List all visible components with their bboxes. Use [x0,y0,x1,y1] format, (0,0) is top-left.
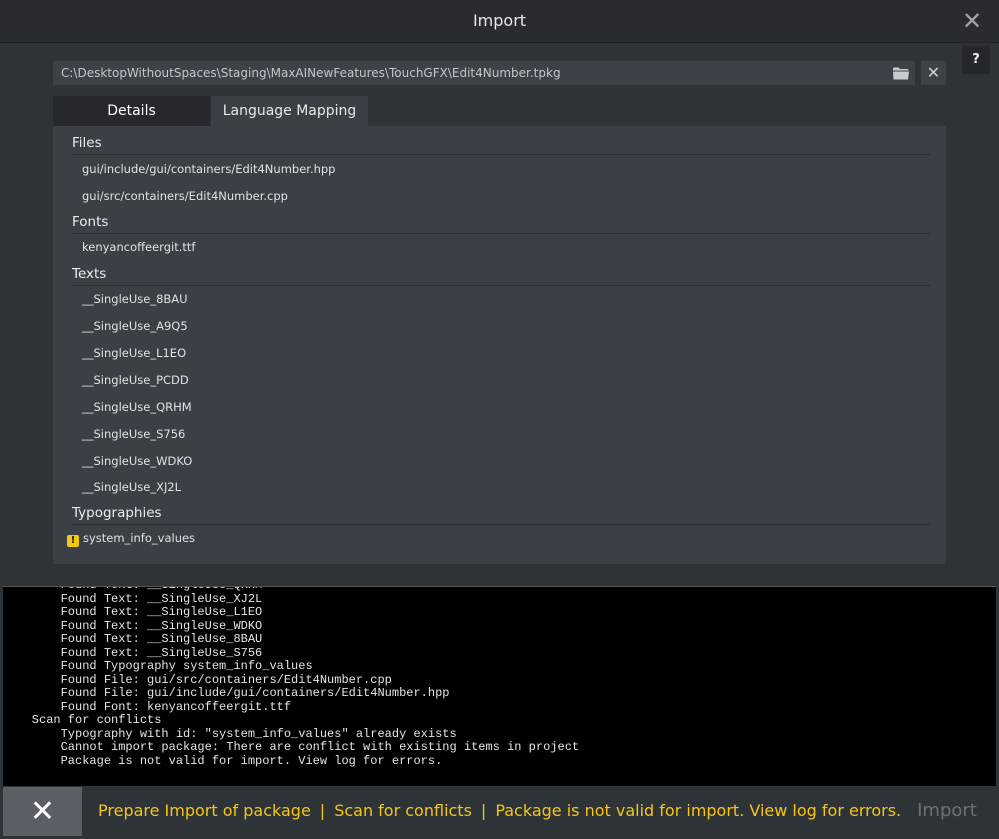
status-step: Prepare Import of package [98,801,311,820]
log-line: Package is not valid for import. View lo… [3,753,443,768]
log-line: Scan for conflicts [3,713,162,727]
tab-language-mapping[interactable]: Language Mapping [211,96,368,126]
warning-icon: ! [67,535,79,547]
status-text: Prepare Import of package | Scan for confl… [98,787,901,836]
texts-header: Texts [72,265,930,286]
window-title: Import [472,11,527,30]
log-lines: Found Text: __SingleUse_QRHM Found Text:… [3,587,996,768]
list-item: ! system_info_values [67,530,195,547]
log-line: Found Font: kenyancoffeergit.ttf [3,699,292,714]
log-line: Found File: gui/include/gui/containers/E… [3,686,450,700]
list-item: __SingleUse_QRHM [82,400,192,414]
log-line: Found Text: __SingleUse_L1EO [3,605,263,619]
list-item: __SingleUse_S756 [82,427,186,441]
title-bar: Import ✕ [0,0,999,43]
log-line: Found Text: __SingleUse_8BAU [3,632,263,646]
list-item: gui/include/gui/containers/Edit4Number.h… [82,162,336,176]
folder-icon[interactable] [888,61,914,85]
help-button[interactable]: ? [962,46,990,74]
clear-path-button[interactable]: ✕ [921,61,946,85]
fonts-header: Fonts [72,213,930,234]
log-line: Found Text: __SingleUse_XJ2L [3,591,263,606]
log-line: Found Typography system_info_values [3,659,313,673]
log-line: Cannot import package: There are conflic… [3,740,580,754]
tab-details[interactable]: Details [53,96,210,126]
details-panel: Files gui/include/gui/containers/Edit4Nu… [53,126,946,564]
files-header: Files [72,134,930,155]
close-icon[interactable]: ✕ [959,8,985,34]
status-step: Scan for conflicts [334,801,472,820]
log-console[interactable]: Found Text: __SingleUse_QRHM Found Text:… [3,586,996,786]
footer-bar: ✕ Prepare Import of package | Scan for con… [0,787,999,839]
list-item: __SingleUse_XJ2L [82,480,182,494]
typography-name: system_info_values [83,531,196,545]
folder-icon-glyph [893,67,909,79]
list-item: __SingleUse_L1EO [82,346,187,360]
typographies-header: Typographies [72,504,930,525]
log-line: Typography with id: "system_info_values"… [3,726,457,741]
list-item: __SingleUse_WDKO [82,454,193,468]
log-line: Found Text: __SingleUse_S756 [3,645,263,660]
list-item: kenyancoffeergit.ttf [82,240,196,254]
log-line: Found Text: __SingleUse_WDKO [3,618,263,633]
status-separator: | [319,801,326,820]
list-item: __SingleUse_A9Q5 [82,319,188,333]
list-item: __SingleUse_8BAU [82,292,188,306]
status-separator: | [480,801,487,820]
list-item: __SingleUse_PCDD [82,373,189,387]
cancel-button[interactable]: ✕ [3,787,82,836]
list-item: gui/src/containers/Edit4Number.cpp [82,189,288,203]
import-button[interactable]: Import [902,787,992,836]
log-line: Found File: gui/src/containers/Edit4Numb… [3,672,392,687]
status-step: Package is not valid for import. View lo… [495,801,902,820]
package-path-input[interactable]: C:\DesktopWithoutSpaces\Staging\MaxAINew… [53,61,915,85]
